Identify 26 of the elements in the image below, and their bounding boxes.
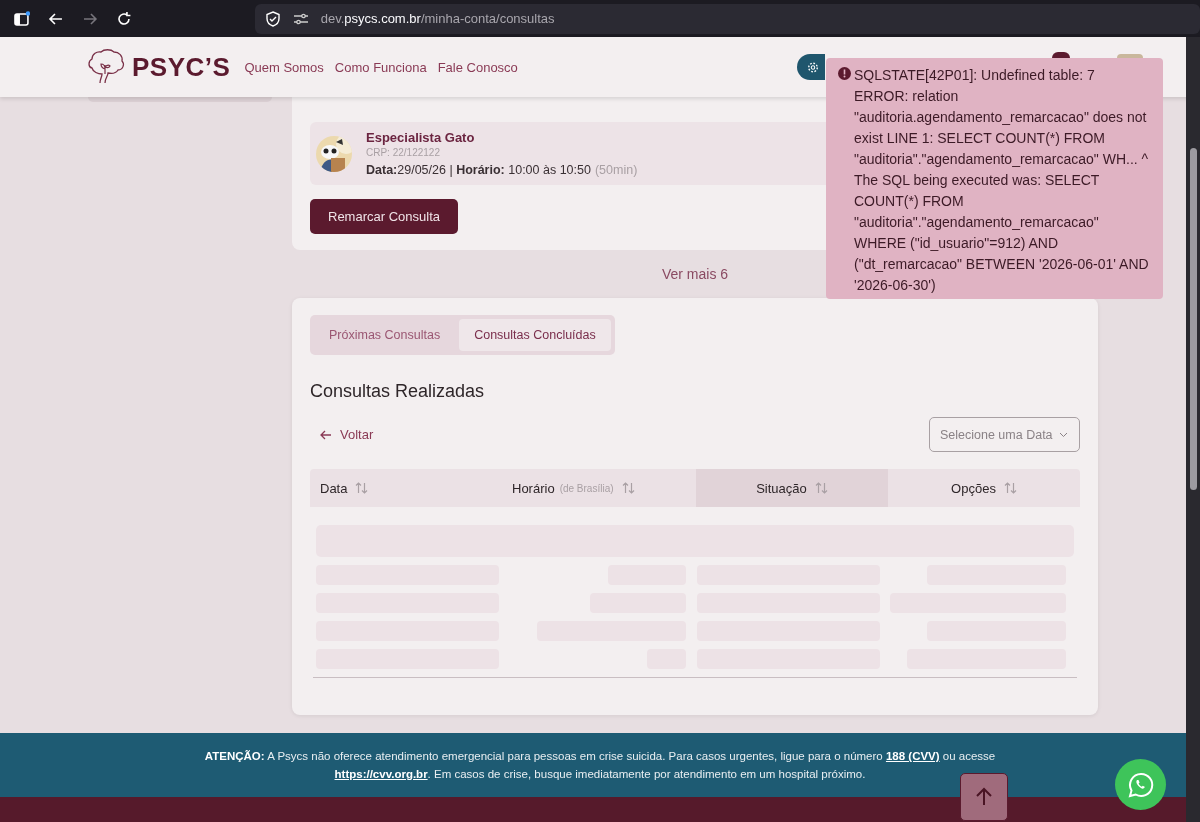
- column-header[interactable]: Data: [310, 469, 500, 507]
- notice-link[interactable]: https://cvv.org.br: [334, 768, 428, 780]
- appointment-datetime: Data:29/05/26 | Horário: 10:00 às 10:50: [366, 162, 591, 177]
- column-header[interactable]: Horário (de Brasília): [500, 469, 696, 507]
- error-message: SQLSTATE[42P01]: Undefined table: 7 ERROR: relation "auditoria.agendamento_remarcacao" does not exist LINE 1: SELECT COUNT(*) FROM "auditoria"."agendamento_remarcacao" WH... ^ The SQL being executed was: SELECT COUNT(*) FROM "auditoria"."agendamento_remarcacao" WHERE ("id_usuario"=912) AND ("dt_remarcacao" BETWEEN '2026-06-01' AND '2026-06-30'): [854, 66, 1150, 295]
- tab[interactable]: Consultas Concluídas: [459, 319, 611, 351]
- crisis-notice: ATENÇÃO: A Psycs não oferece atendimento emergencial para pessoas em crise suicida. Para casos urgentes, ligue para o número 188 (CVV) ou acesse https://cvv.org.br. Em casos de crise, busque imediatamente por atendimento em um hospital próximo.: [203, 749, 997, 782]
- nav-link[interactable]: Como Funciona: [334, 59, 427, 75]
- back-link[interactable]: Voltar: [310, 427, 374, 442]
- nav-link[interactable]: Quem Somos: [244, 59, 324, 75]
- specialist-name: Especialista Gato: [366, 129, 476, 145]
- notice-link[interactable]: 188 (CVV): [885, 750, 940, 762]
- column-note: (de Brasília): [559, 482, 614, 494]
- tab[interactable]: Próximas Consultas: [314, 319, 456, 351]
- duration-text: (50min): [594, 162, 638, 177]
- column-header[interactable]: Situação: [696, 469, 888, 507]
- nav-link[interactable]: Fale Conosco: [437, 59, 518, 75]
- url-text: dev.psycs.com.br/minha-conta/consultas: [320, 11, 555, 26]
- section-title: Consultas Realizadas: [310, 381, 486, 403]
- column-header[interactable]: Opções: [888, 469, 1080, 507]
- address-bar[interactable]: dev.psycs.com.br/minha-conta/consultas: [254, 3, 1200, 34]
- brand-name: PSYC’S: [132, 51, 231, 83]
- see-more-link[interactable]: Ver mais 6: [661, 266, 729, 282]
- reschedule-button[interactable]: Remarcar Consulta: [310, 199, 458, 234]
- crp-number: CRP: 22/122122: [366, 146, 441, 158]
- date-select[interactable]: Selecione uma Data: [929, 417, 1080, 452]
